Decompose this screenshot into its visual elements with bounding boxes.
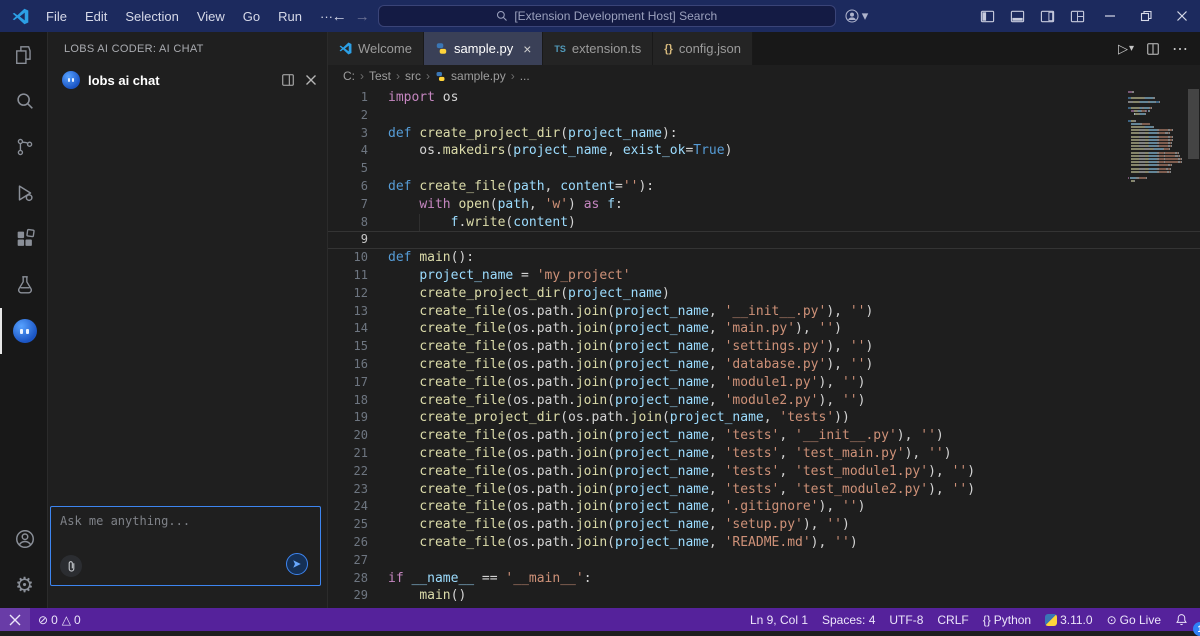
account-icon[interactable] (0, 516, 47, 562)
minimap[interactable] (1124, 91, 1186, 183)
code-lines[interactable]: 1import os23def create_project_dir(proje… (328, 89, 1200, 605)
run-debug-icon[interactable] (0, 170, 47, 216)
tab-extension-ts[interactable]: TS extension.ts (543, 32, 653, 65)
run-file-button[interactable]: ▷▾ (1118, 41, 1134, 57)
activity-bar: ⚙ 1 (0, 32, 48, 608)
editor-group: Welcome sample.py × TS extension.ts {} c… (328, 32, 1200, 608)
python-icon (435, 42, 448, 55)
more-actions-icon[interactable]: ⋯ (1172, 39, 1188, 59)
chat-view-title: lobs ai chat (88, 73, 273, 88)
menu-edit[interactable]: Edit (77, 6, 115, 27)
encoding[interactable]: UTF-8 (889, 613, 923, 627)
back-icon[interactable]: ← (332, 8, 347, 25)
eol-sequence[interactable]: CRLF (937, 613, 968, 627)
split-editor-icon[interactable] (1146, 42, 1160, 56)
tab-label: config.json (679, 41, 741, 56)
broadcast-icon: ⊙ (1107, 613, 1117, 627)
sidebar: LOBS AI CODER: AI CHAT lobs ai chat Ask … (48, 32, 328, 608)
tab-label: Welcome (358, 41, 412, 56)
tab-sample-py[interactable]: sample.py × (424, 32, 543, 65)
search-view-icon[interactable] (0, 78, 47, 124)
remote-indicator[interactable] (0, 608, 30, 631)
restore-button[interactable] (1128, 0, 1164, 32)
tab-bar: Welcome sample.py × TS extension.ts {} c… (328, 32, 1200, 65)
menu-go[interactable]: Go (235, 6, 268, 27)
tab-welcome[interactable]: Welcome (328, 32, 424, 65)
attachment-icon[interactable] (60, 555, 82, 577)
braces-icon: {} (983, 613, 991, 627)
close-button[interactable] (1164, 0, 1200, 32)
menu-file[interactable]: File (38, 6, 75, 27)
lobs-logo-icon (62, 71, 80, 89)
sidebar-section-title: LOBS AI CODER: AI CHAT (48, 32, 327, 65)
tab-config-json[interactable]: {} config.json (653, 32, 753, 65)
toggle-secondary-sidebar-icon[interactable] (1032, 0, 1062, 32)
testing-icon[interactable] (0, 262, 47, 308)
breadcrumb-item[interactable]: C: (343, 69, 355, 83)
settings-gear-icon[interactable]: ⚙ 1 (0, 562, 47, 608)
errors-indicator[interactable]: ⊘ 0 (38, 613, 58, 627)
menu-selection[interactable]: Selection (117, 6, 186, 27)
warning-icon: △ (62, 613, 71, 627)
language-mode[interactable]: {} Python (983, 613, 1031, 627)
source-control-icon[interactable] (0, 124, 47, 170)
status-bar: ⊘ 0 △ 0 Ln 9, Col 1 Spaces: 4 UTF-8 CRLF… (0, 608, 1200, 631)
toggle-primary-sidebar-icon[interactable] (972, 0, 1002, 32)
error-icon: ⊘ (38, 613, 48, 627)
menu-run[interactable]: Run (270, 6, 310, 27)
indentation[interactable]: Spaces: 4 (822, 613, 875, 627)
breadcrumb-item[interactable]: Test (369, 69, 391, 83)
extensions-icon[interactable] (0, 216, 47, 262)
breadcrumb-item[interactable]: src (405, 69, 421, 83)
tab-label: extension.ts (572, 41, 641, 56)
chat-history (48, 95, 327, 506)
scrollbar-thumb[interactable] (1188, 89, 1199, 159)
vscode-logo-icon (10, 6, 30, 26)
go-live-button[interactable]: ⊙ Go Live (1107, 613, 1161, 627)
editor-scrollbar[interactable] (1187, 87, 1200, 608)
settings-badge: 1 (1193, 622, 1200, 636)
close-panel-icon[interactable] (305, 74, 317, 86)
breadcrumb-item[interactable]: ... (520, 69, 530, 83)
breadcrumb: C: › Test › src › sample.py › ... (328, 65, 1200, 87)
search-placeholder: [Extension Development Host] Search (514, 9, 717, 23)
breadcrumb-item[interactable]: sample.py (451, 69, 506, 83)
notifications-bell-icon[interactable] (1175, 613, 1188, 626)
chat-input-placeholder: Ask me anything... (60, 514, 190, 528)
tab-label: sample.py (454, 41, 513, 56)
minimap-content (1128, 91, 1186, 182)
toggle-panel-icon[interactable] (1002, 0, 1032, 32)
code-editor[interactable]: 1import os23def create_project_dir(proje… (328, 87, 1200, 608)
menu-view[interactable]: View (189, 6, 233, 27)
customize-layout-icon[interactable] (1062, 0, 1092, 32)
lobs-ai-chat-icon[interactable] (0, 308, 47, 354)
tab-close-icon[interactable]: × (523, 41, 531, 57)
open-in-editor-icon[interactable] (281, 73, 295, 87)
forward-icon[interactable]: → (355, 8, 370, 25)
search-input[interactable]: [Extension Development Host] Search (378, 5, 836, 27)
chat-input[interactable]: Ask me anything... (50, 506, 321, 586)
python-icon (1045, 614, 1057, 626)
typescript-icon: TS (554, 44, 566, 54)
profile-icon[interactable]: ▾ (844, 8, 869, 24)
json-icon: {} (664, 43, 673, 55)
python-icon (435, 71, 446, 82)
search-icon (496, 10, 508, 22)
chevron-down-icon: ▾ (862, 8, 869, 24)
python-interpreter[interactable]: 3.11.0 (1045, 613, 1092, 627)
explorer-icon[interactable] (0, 32, 47, 78)
minimize-button[interactable] (1092, 0, 1128, 32)
title-bar: File Edit Selection View Go Run ··· ← → … (0, 0, 1200, 32)
warnings-indicator[interactable]: △ 0 (62, 613, 81, 627)
cursor-position[interactable]: Ln 9, Col 1 (750, 613, 808, 627)
send-button[interactable] (286, 553, 308, 575)
